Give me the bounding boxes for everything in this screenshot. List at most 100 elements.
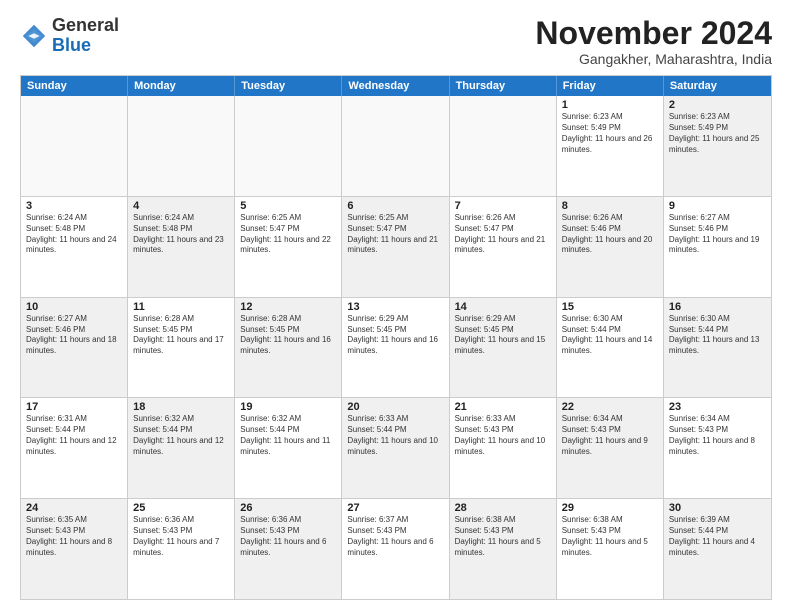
calendar-cell: 13Sunrise: 6:29 AMSunset: 5:45 PMDayligh… [342,298,449,398]
calendar-cell: 19Sunrise: 6:32 AMSunset: 5:44 PMDayligh… [235,398,342,498]
location: Gangakher, Maharashtra, India [535,51,772,67]
day-info: Sunrise: 6:32 AMSunset: 5:44 PMDaylight:… [133,414,229,457]
day-number: 28 [455,502,551,514]
calendar-cell: 27Sunrise: 6:37 AMSunset: 5:43 PMDayligh… [342,499,449,599]
calendar-cell [21,96,128,196]
month-title: November 2024 [535,16,772,51]
calendar-cell: 25Sunrise: 6:36 AMSunset: 5:43 PMDayligh… [128,499,235,599]
logo-general: General [52,15,119,35]
day-number: 18 [133,401,229,413]
calendar-cell: 12Sunrise: 6:28 AMSunset: 5:45 PMDayligh… [235,298,342,398]
logo-icon [20,22,48,50]
day-info: Sunrise: 6:27 AMSunset: 5:46 PMDaylight:… [669,213,766,256]
day-info: Sunrise: 6:36 AMSunset: 5:43 PMDaylight:… [240,515,336,558]
day-number: 5 [240,200,336,212]
day-number: 9 [669,200,766,212]
day-number: 21 [455,401,551,413]
day-info: Sunrise: 6:23 AMSunset: 5:49 PMDaylight:… [669,112,766,155]
day-info: Sunrise: 6:34 AMSunset: 5:43 PMDaylight:… [562,414,658,457]
day-number: 15 [562,301,658,313]
day-info: Sunrise: 6:39 AMSunset: 5:44 PMDaylight:… [669,515,766,558]
day-info: Sunrise: 6:38 AMSunset: 5:43 PMDaylight:… [455,515,551,558]
calendar-cell: 9Sunrise: 6:27 AMSunset: 5:46 PMDaylight… [664,197,771,297]
header-day-monday: Monday [128,76,235,96]
calendar-cell [235,96,342,196]
logo: General Blue [20,16,119,56]
day-info: Sunrise: 6:38 AMSunset: 5:43 PMDaylight:… [562,515,658,558]
day-number: 26 [240,502,336,514]
header: General Blue November 2024 Gangakher, Ma… [20,16,772,67]
day-info: Sunrise: 6:24 AMSunset: 5:48 PMDaylight:… [133,213,229,256]
day-info: Sunrise: 6:30 AMSunset: 5:44 PMDaylight:… [562,314,658,357]
calendar: SundayMondayTuesdayWednesdayThursdayFrid… [20,75,772,600]
header-day-thursday: Thursday [450,76,557,96]
calendar-cell [342,96,449,196]
header-day-tuesday: Tuesday [235,76,342,96]
day-info: Sunrise: 6:32 AMSunset: 5:44 PMDaylight:… [240,414,336,457]
day-number: 19 [240,401,336,413]
day-number: 10 [26,301,122,313]
calendar-cell: 22Sunrise: 6:34 AMSunset: 5:43 PMDayligh… [557,398,664,498]
day-number: 13 [347,301,443,313]
day-info: Sunrise: 6:33 AMSunset: 5:44 PMDaylight:… [347,414,443,457]
day-number: 2 [669,99,766,111]
day-number: 4 [133,200,229,212]
day-number: 23 [669,401,766,413]
title-block: November 2024 Gangakher, Maharashtra, In… [535,16,772,67]
day-info: Sunrise: 6:26 AMSunset: 5:47 PMDaylight:… [455,213,551,256]
day-number: 25 [133,502,229,514]
day-number: 12 [240,301,336,313]
day-info: Sunrise: 6:25 AMSunset: 5:47 PMDaylight:… [240,213,336,256]
calendar-cell: 3Sunrise: 6:24 AMSunset: 5:48 PMDaylight… [21,197,128,297]
day-info: Sunrise: 6:30 AMSunset: 5:44 PMDaylight:… [669,314,766,357]
day-info: Sunrise: 6:25 AMSunset: 5:47 PMDaylight:… [347,213,443,256]
calendar-body: 1Sunrise: 6:23 AMSunset: 5:49 PMDaylight… [21,96,771,599]
header-day-wednesday: Wednesday [342,76,449,96]
calendar-cell: 5Sunrise: 6:25 AMSunset: 5:47 PMDaylight… [235,197,342,297]
day-number: 14 [455,301,551,313]
day-info: Sunrise: 6:27 AMSunset: 5:46 PMDaylight:… [26,314,122,357]
day-number: 24 [26,502,122,514]
day-number: 11 [133,301,229,313]
calendar-cell: 4Sunrise: 6:24 AMSunset: 5:48 PMDaylight… [128,197,235,297]
calendar-cell: 11Sunrise: 6:28 AMSunset: 5:45 PMDayligh… [128,298,235,398]
day-info: Sunrise: 6:28 AMSunset: 5:45 PMDaylight:… [133,314,229,357]
calendar-row-4: 24Sunrise: 6:35 AMSunset: 5:43 PMDayligh… [21,498,771,599]
header-day-saturday: Saturday [664,76,771,96]
day-number: 20 [347,401,443,413]
day-number: 22 [562,401,658,413]
calendar-cell: 28Sunrise: 6:38 AMSunset: 5:43 PMDayligh… [450,499,557,599]
calendar-cell: 1Sunrise: 6:23 AMSunset: 5:49 PMDaylight… [557,96,664,196]
day-info: Sunrise: 6:23 AMSunset: 5:49 PMDaylight:… [562,112,658,155]
day-info: Sunrise: 6:28 AMSunset: 5:45 PMDaylight:… [240,314,336,357]
day-number: 30 [669,502,766,514]
calendar-cell: 17Sunrise: 6:31 AMSunset: 5:44 PMDayligh… [21,398,128,498]
calendar-cell: 16Sunrise: 6:30 AMSunset: 5:44 PMDayligh… [664,298,771,398]
calendar-cell: 21Sunrise: 6:33 AMSunset: 5:43 PMDayligh… [450,398,557,498]
calendar-row-1: 3Sunrise: 6:24 AMSunset: 5:48 PMDaylight… [21,196,771,297]
day-info: Sunrise: 6:29 AMSunset: 5:45 PMDaylight:… [347,314,443,357]
day-number: 7 [455,200,551,212]
calendar-row-3: 17Sunrise: 6:31 AMSunset: 5:44 PMDayligh… [21,397,771,498]
calendar-cell: 15Sunrise: 6:30 AMSunset: 5:44 PMDayligh… [557,298,664,398]
calendar-cell [128,96,235,196]
day-info: Sunrise: 6:31 AMSunset: 5:44 PMDaylight:… [26,414,122,457]
day-number: 1 [562,99,658,111]
header-day-friday: Friday [557,76,664,96]
day-info: Sunrise: 6:34 AMSunset: 5:43 PMDaylight:… [669,414,766,457]
day-number: 17 [26,401,122,413]
day-number: 16 [669,301,766,313]
calendar-cell: 20Sunrise: 6:33 AMSunset: 5:44 PMDayligh… [342,398,449,498]
calendar-cell: 7Sunrise: 6:26 AMSunset: 5:47 PMDaylight… [450,197,557,297]
logo-blue: Blue [52,35,91,55]
calendar-header: SundayMondayTuesdayWednesdayThursdayFrid… [21,76,771,96]
calendar-row-2: 10Sunrise: 6:27 AMSunset: 5:46 PMDayligh… [21,297,771,398]
calendar-cell: 23Sunrise: 6:34 AMSunset: 5:43 PMDayligh… [664,398,771,498]
day-info: Sunrise: 6:35 AMSunset: 5:43 PMDaylight:… [26,515,122,558]
day-info: Sunrise: 6:29 AMSunset: 5:45 PMDaylight:… [455,314,551,357]
day-number: 29 [562,502,658,514]
day-info: Sunrise: 6:26 AMSunset: 5:46 PMDaylight:… [562,213,658,256]
day-number: 27 [347,502,443,514]
calendar-cell: 10Sunrise: 6:27 AMSunset: 5:46 PMDayligh… [21,298,128,398]
calendar-cell: 18Sunrise: 6:32 AMSunset: 5:44 PMDayligh… [128,398,235,498]
